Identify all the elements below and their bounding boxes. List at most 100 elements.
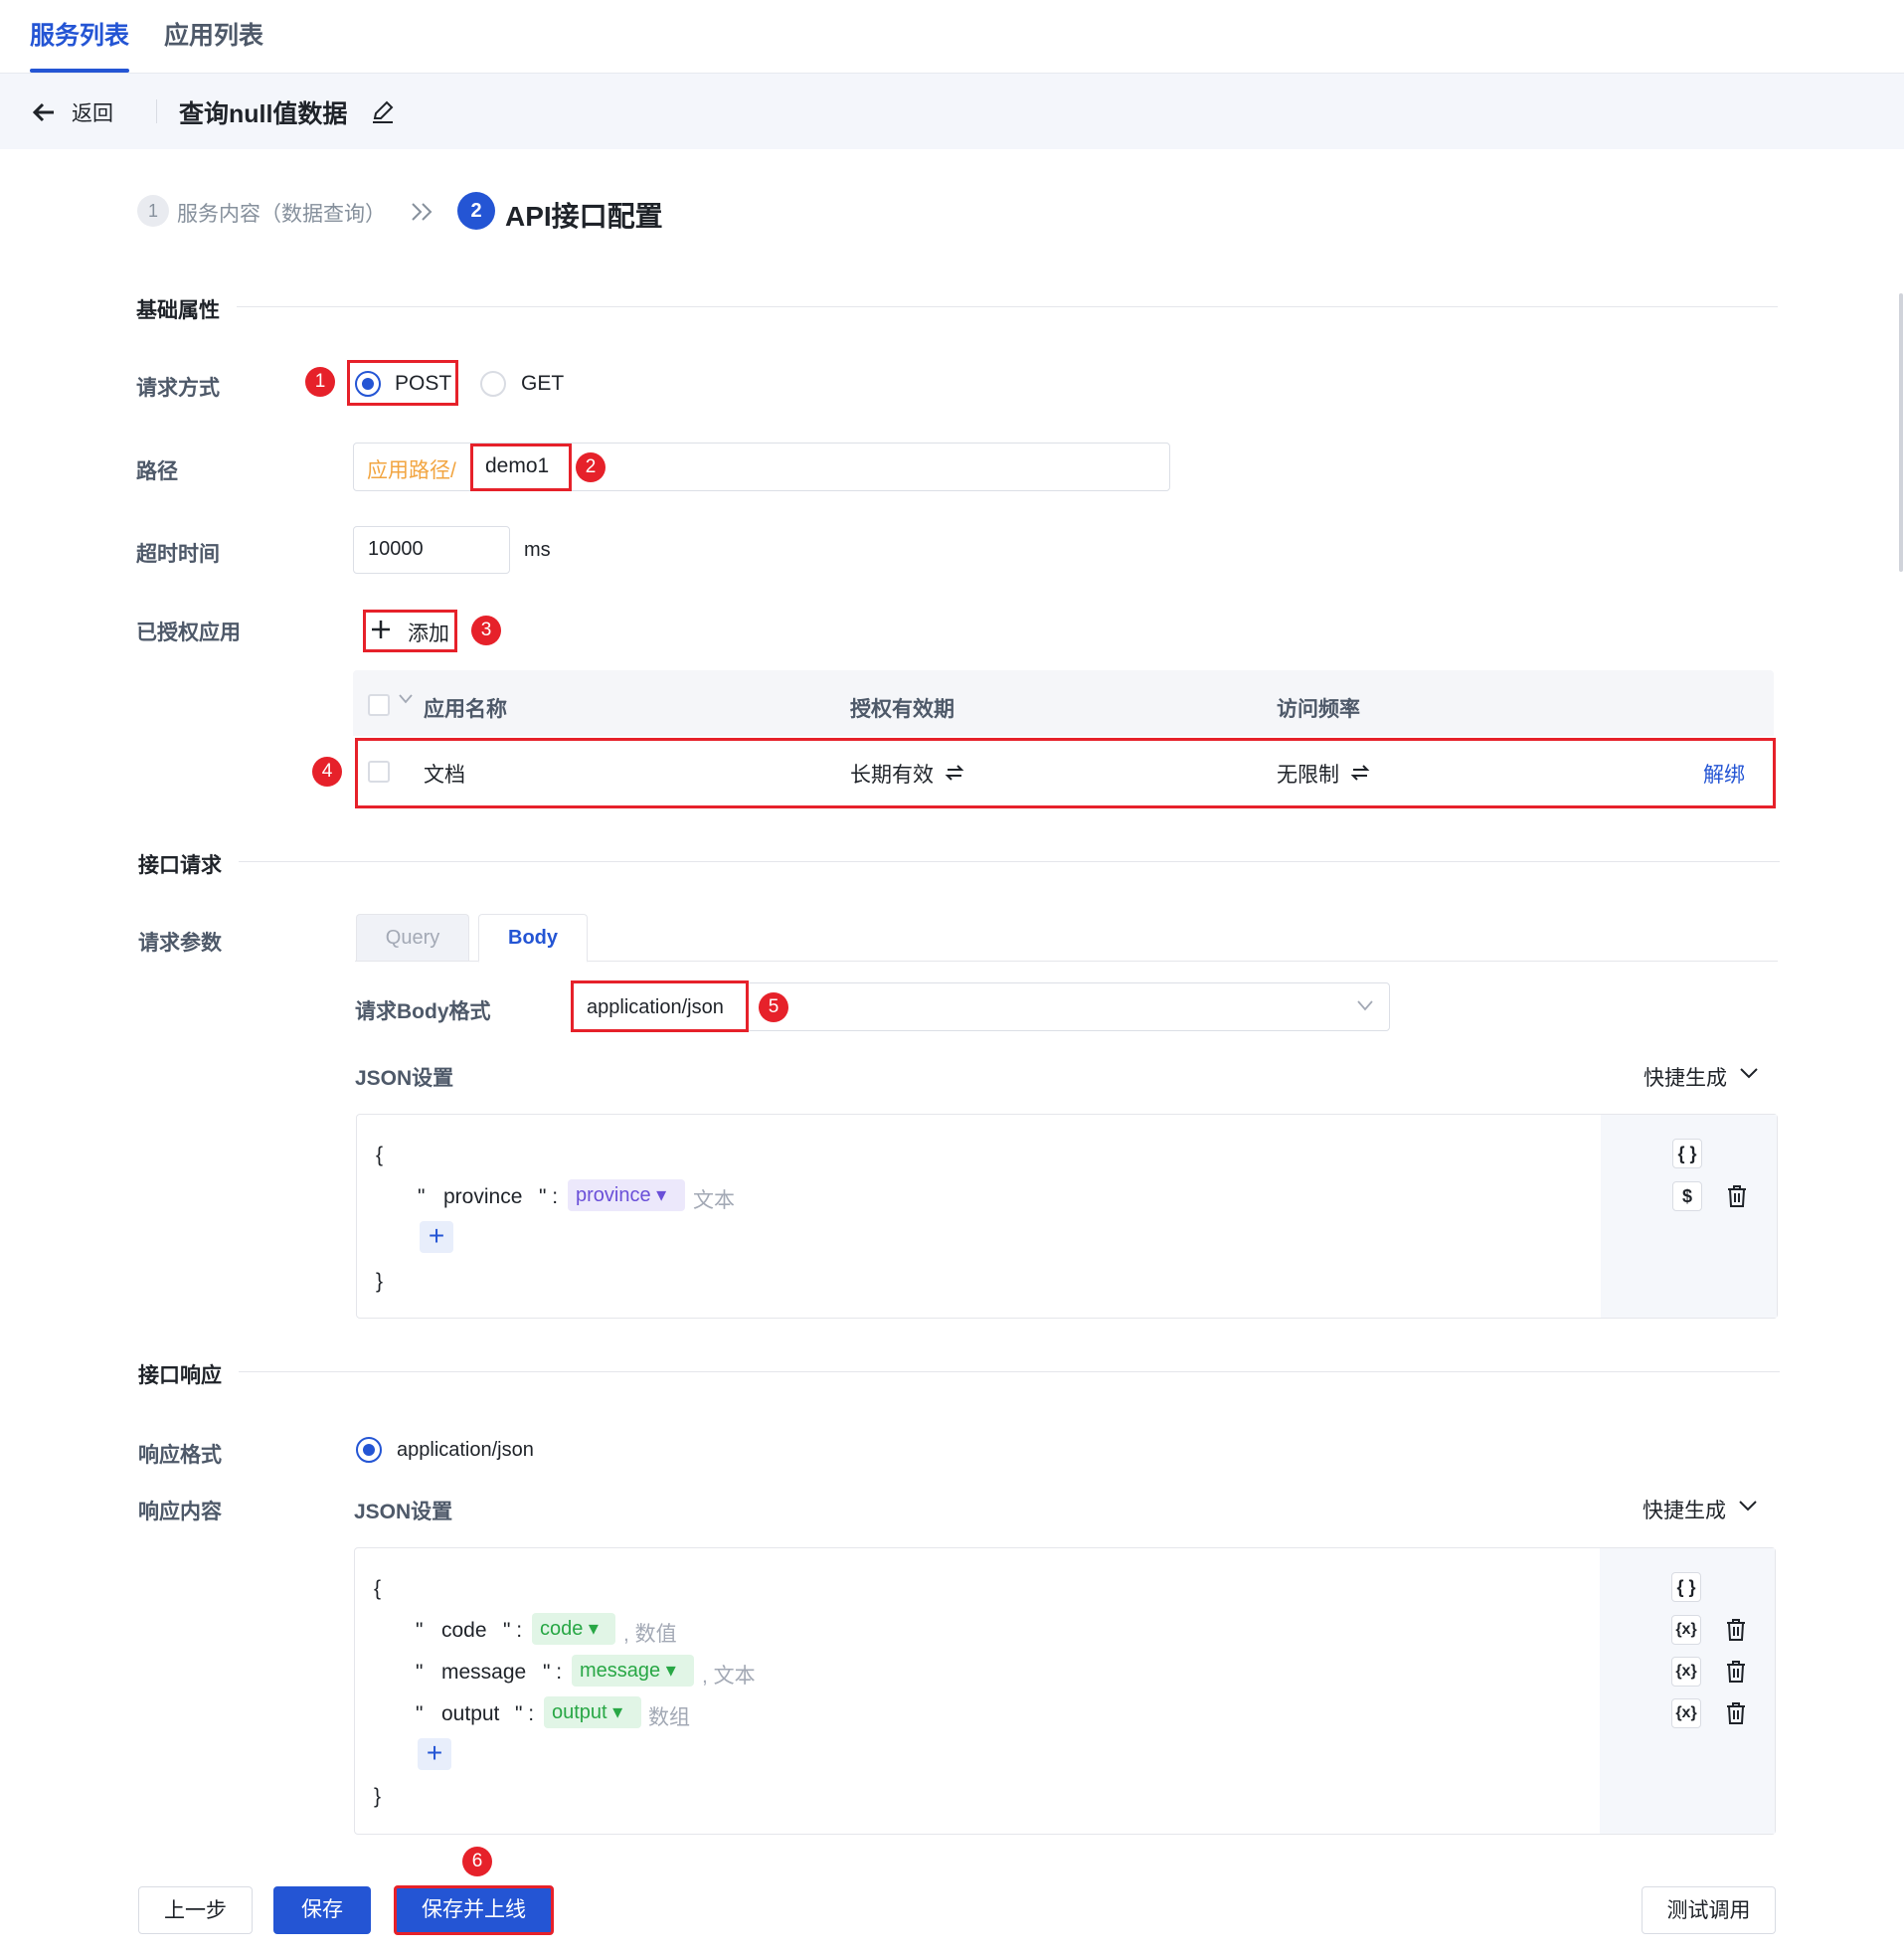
timeout-label: 超时时间 — [136, 543, 220, 566]
trash-icon[interactable] — [1725, 1618, 1747, 1642]
radio-post-label: POST — [395, 372, 452, 395]
tab-app-list[interactable]: 应用列表 — [164, 16, 263, 52]
chevron-down-icon[interactable] — [1738, 1498, 1758, 1513]
radio-get-label: GET — [521, 372, 565, 395]
json-type: 数组 — [648, 1706, 690, 1729]
json-type-label: 文本 — [713, 1665, 756, 1688]
json-open-brace: { — [376, 1144, 384, 1166]
row-rate: 无限制 — [1277, 764, 1339, 787]
scrollbar[interactable] — [1899, 293, 1903, 572]
variable-icon[interactable]: {x} — [1671, 1657, 1701, 1687]
json-key[interactable]: code — [441, 1619, 487, 1643]
tab-service-list[interactable]: 服务列表 — [30, 16, 129, 52]
step-2-number: 2 — [457, 192, 495, 230]
trash-icon[interactable] — [1725, 1660, 1747, 1684]
timeout-input[interactable]: 10000 — [368, 538, 424, 561]
step-2-label[interactable]: API接口配置 — [505, 195, 663, 235]
json-value-tag-label: code — [540, 1618, 584, 1640]
trash-icon[interactable] — [1726, 1184, 1748, 1208]
json-value-tag[interactable]: province ▾ — [568, 1179, 685, 1211]
row-checkbox[interactable] — [368, 761, 390, 783]
response-format-radio[interactable] — [356, 1437, 382, 1463]
add-field-button[interactable]: + — [418, 1738, 451, 1770]
tab-body[interactable]: Body — [478, 914, 588, 963]
path-input[interactable]: demo1 — [485, 454, 549, 478]
request-params-label: 请求参数 — [138, 932, 222, 955]
request-json-label: JSON设置 — [355, 1067, 454, 1090]
annotation-1: 1 — [305, 367, 335, 397]
arrow-left-icon — [32, 102, 54, 122]
method-label: 请求方式 — [136, 377, 220, 400]
step-1-label[interactable]: 服务内容（数据查询） — [177, 198, 386, 228]
json-value-tag-label: output — [552, 1701, 607, 1723]
trash-icon[interactable] — [1725, 1701, 1747, 1725]
request-json-editor — [356, 1114, 1778, 1319]
add-field-button[interactable]: + — [420, 1221, 453, 1253]
col-validity: 授权有效期 — [850, 698, 954, 721]
annotation-4: 4 — [312, 757, 342, 787]
json-quote: " — [416, 1619, 424, 1642]
double-chevron-right-icon — [412, 203, 433, 221]
json-close-brace: } — [376, 1270, 384, 1293]
json-value-tag[interactable]: code ▾ — [532, 1613, 615, 1645]
section-basic-title: 基础属性 — [136, 299, 220, 322]
variable-icon[interactable]: {x} — [1671, 1615, 1701, 1645]
test-call-button[interactable]: 测试调用 — [1642, 1886, 1776, 1934]
object-icon[interactable]: { } — [1672, 1139, 1702, 1168]
annotation-2: 2 — [576, 452, 606, 482]
request-quick-gen[interactable]: 快捷生成 — [1644, 1062, 1727, 1092]
step-1-number: 1 — [137, 195, 169, 227]
switch-icon[interactable] — [945, 762, 964, 784]
tab-query[interactable]: Query — [356, 914, 469, 961]
json-key[interactable]: output — [441, 1702, 499, 1726]
path-prefix: 应用路径/ — [367, 459, 456, 482]
chevron-down-icon[interactable] — [1739, 1065, 1759, 1081]
json-quote: " — [416, 1702, 424, 1725]
json-value-tag[interactable]: message ▾ — [572, 1655, 694, 1687]
json-key[interactable]: province — [443, 1185, 522, 1209]
response-format-label: 响应格式 — [138, 1444, 222, 1467]
json-value-tag-label: message — [580, 1660, 661, 1682]
save-button[interactable]: 保存 — [273, 1886, 371, 1934]
json-value-tag[interactable]: output ▾ — [544, 1696, 641, 1728]
json-value-tag-label: province — [576, 1184, 651, 1206]
radio-get[interactable] — [480, 371, 506, 397]
json-type: , 数值 — [623, 1623, 677, 1646]
plus-icon — [372, 621, 390, 638]
save-and-publish-button[interactable]: 保存并上线 — [394, 1885, 554, 1935]
json-quote: " — [416, 1661, 424, 1684]
json-key[interactable]: message — [441, 1661, 526, 1685]
object-icon[interactable]: { } — [1671, 1572, 1701, 1602]
json-quote-colon: " : — [503, 1619, 523, 1642]
json-close-brace: } — [374, 1785, 382, 1808]
chevron-down-icon[interactable] — [398, 693, 414, 705]
section-divider — [237, 306, 1778, 307]
annotation-6: 6 — [462, 1847, 492, 1876]
radio-post[interactable] — [355, 371, 381, 397]
response-quick-gen[interactable]: 快捷生成 — [1643, 1495, 1726, 1524]
variable-icon[interactable]: {x} — [1671, 1698, 1701, 1728]
json-type-label: 数值 — [634, 1623, 677, 1646]
json-quote-colon: " : — [543, 1661, 563, 1684]
annotation-3: 3 — [471, 616, 501, 645]
section-divider — [239, 1371, 1780, 1372]
edit-icon[interactable] — [370, 98, 396, 124]
divider — [156, 99, 157, 123]
back-button[interactable]: 返回 — [30, 97, 119, 127]
body-format-value: application/json — [587, 996, 724, 1018]
timeout-unit: ms — [524, 539, 551, 561]
section-response-title: 接口响应 — [138, 1364, 222, 1387]
response-json-editor — [354, 1547, 1776, 1835]
auth-table-header — [353, 670, 1774, 736]
unbind-link[interactable]: 解绑 — [1703, 759, 1745, 789]
select-all-checkbox[interactable] — [368, 694, 390, 716]
row-validity: 长期有效 — [850, 764, 934, 787]
section-request-title: 接口请求 — [138, 854, 222, 877]
active-tab-indicator — [30, 69, 129, 73]
dollar-icon[interactable]: $ — [1672, 1181, 1702, 1211]
prev-step-button[interactable]: 上一步 — [138, 1886, 253, 1934]
json-quote-colon: " : — [515, 1702, 535, 1725]
response-format-value: application/json — [397, 1439, 534, 1461]
switch-icon[interactable] — [1350, 762, 1370, 784]
json-open-brace: { — [374, 1577, 382, 1600]
